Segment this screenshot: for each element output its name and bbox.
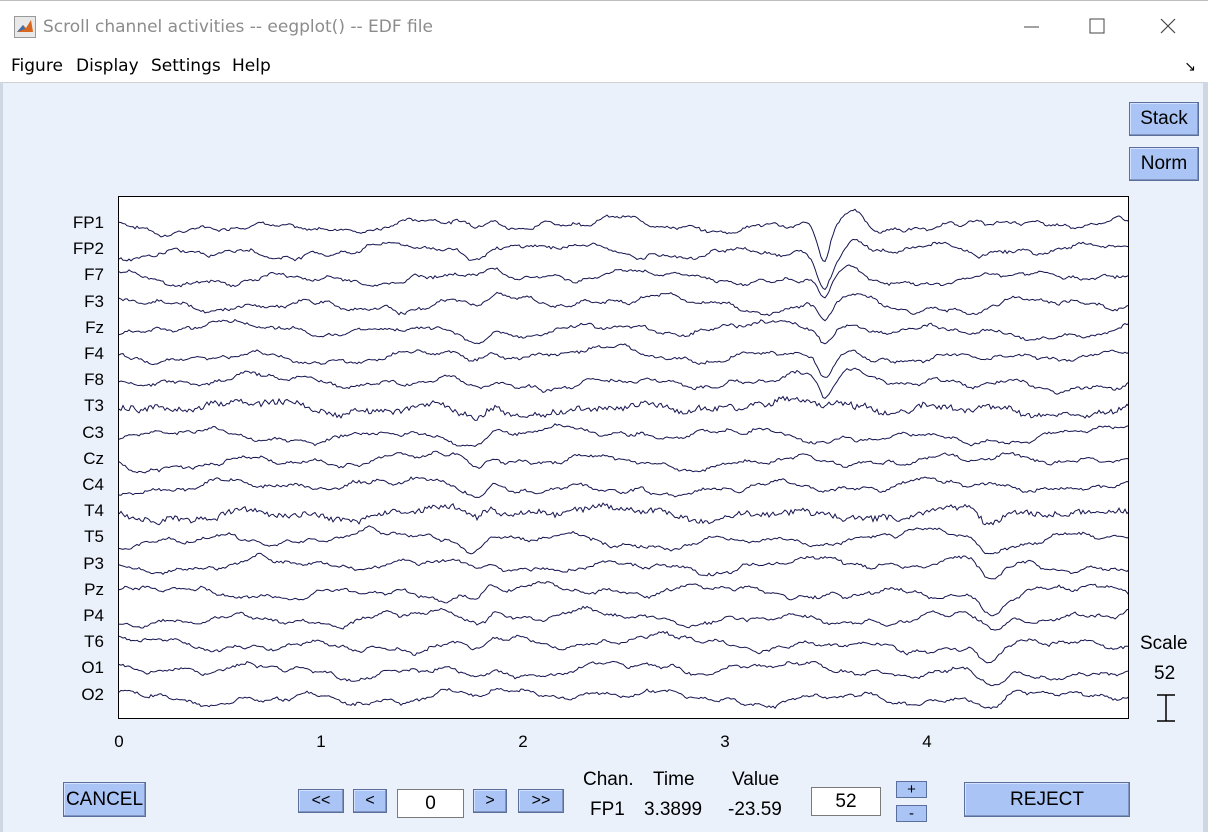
trace-o2	[119, 687, 1128, 710]
menu-help[interactable]: Help	[232, 56, 271, 76]
first-page-button[interactable]: <<	[298, 789, 344, 813]
channel-label-pz: Pz	[84, 579, 104, 599]
trace-f3	[119, 291, 1128, 322]
last-page-button[interactable]: >>	[518, 789, 564, 813]
time-header: Time	[653, 769, 695, 790]
value-header: Value	[732, 769, 780, 790]
trace-fz	[119, 318, 1128, 345]
eeg-plot-area[interactable]	[118, 196, 1129, 719]
trace-p3	[119, 552, 1128, 580]
stack-button[interactable]: Stack	[1129, 102, 1199, 136]
channel-label-f7: F7	[84, 265, 104, 285]
channel-label-t6: T6	[84, 632, 104, 652]
trace-t5	[119, 525, 1128, 555]
dock-arrow-icon[interactable]: ↘	[1184, 58, 1196, 75]
menu-bar: Figure Display Settings Help ↘	[0, 52, 1208, 83]
channel-label-p3: P3	[83, 553, 104, 573]
channel-label-t5: T5	[84, 527, 104, 547]
channel-label-t3: T3	[84, 396, 104, 416]
position-input[interactable]: 0	[397, 789, 464, 818]
eeg-traces	[119, 208, 1128, 710]
prev-page-button[interactable]: <	[353, 789, 387, 813]
menu-display[interactable]: Display	[76, 56, 139, 76]
channel-label-fz: Fz	[85, 317, 104, 337]
window-frame-left	[0, 82, 3, 832]
trace-f4	[119, 343, 1128, 378]
x-tick-1: 1	[316, 732, 326, 751]
channel-label-fp2: FP2	[72, 239, 104, 259]
trace-c4	[119, 476, 1128, 499]
trace-o1	[119, 660, 1128, 687]
menu-settings[interactable]: Settings	[151, 56, 221, 76]
close-icon[interactable]	[1146, 11, 1190, 43]
reject-button[interactable]: REJECT	[964, 782, 1130, 817]
channel-label-fp1: FP1	[72, 213, 104, 232]
chan-header: Chan.	[583, 769, 634, 790]
cancel-button[interactable]: CANCEL	[63, 782, 146, 817]
minimize-icon[interactable]	[1007, 11, 1051, 43]
trace-f7	[119, 264, 1128, 299]
x-tick-3: 3	[720, 732, 730, 751]
scale-bar-icon	[1157, 694, 1175, 722]
scale-up-button[interactable]: +	[896, 781, 927, 798]
channel-label-f3: F3	[84, 291, 104, 311]
scale-title: Scale	[1140, 633, 1188, 654]
maximize-icon[interactable]	[1075, 11, 1119, 43]
channel-label-o2: O2	[81, 684, 104, 704]
trace-cz	[119, 450, 1128, 474]
trace-fp2	[119, 238, 1128, 291]
scale-down-button[interactable]: -	[896, 805, 927, 822]
trace-c3	[119, 423, 1128, 447]
channel-label-c3: C3	[82, 422, 104, 442]
trace-t3	[119, 395, 1128, 421]
window-title: Scroll channel activities -- eegplot() -…	[43, 17, 433, 37]
channel-label-o1: O1	[81, 658, 104, 678]
chan-value: FP1	[590, 799, 625, 820]
channel-label-f4: F4	[84, 344, 104, 363]
x-tick-2: 2	[518, 732, 528, 751]
channel-label-cz: Cz	[83, 448, 104, 468]
x-tick-0: 0	[114, 732, 124, 751]
trace-t6	[119, 630, 1128, 664]
trace-p4	[119, 605, 1128, 631]
trace-f8	[119, 367, 1128, 399]
trace-pz	[119, 581, 1128, 617]
norm-button[interactable]: Norm	[1129, 147, 1199, 181]
menu-figure[interactable]: Figure	[11, 56, 63, 76]
channel-label-p4: P4	[83, 606, 104, 625]
channel-label-c4: C4	[82, 475, 104, 494]
channel-label-f8: F8	[84, 370, 104, 390]
x-tick-4: 4	[922, 732, 932, 751]
scale-input[interactable]: 52	[811, 787, 881, 816]
matlab-icon	[14, 16, 36, 38]
trace-t4	[119, 502, 1128, 526]
next-page-button[interactable]: >	[473, 789, 507, 813]
value-readout: -23.59	[728, 799, 782, 820]
window-frame-right	[1203, 82, 1208, 832]
title-bar: Scroll channel activities -- eegplot() -…	[0, 0, 1208, 52]
channel-label-t4: T4	[84, 501, 104, 521]
time-value: 3.3899	[644, 799, 703, 820]
scale-value: 52	[1154, 663, 1176, 684]
